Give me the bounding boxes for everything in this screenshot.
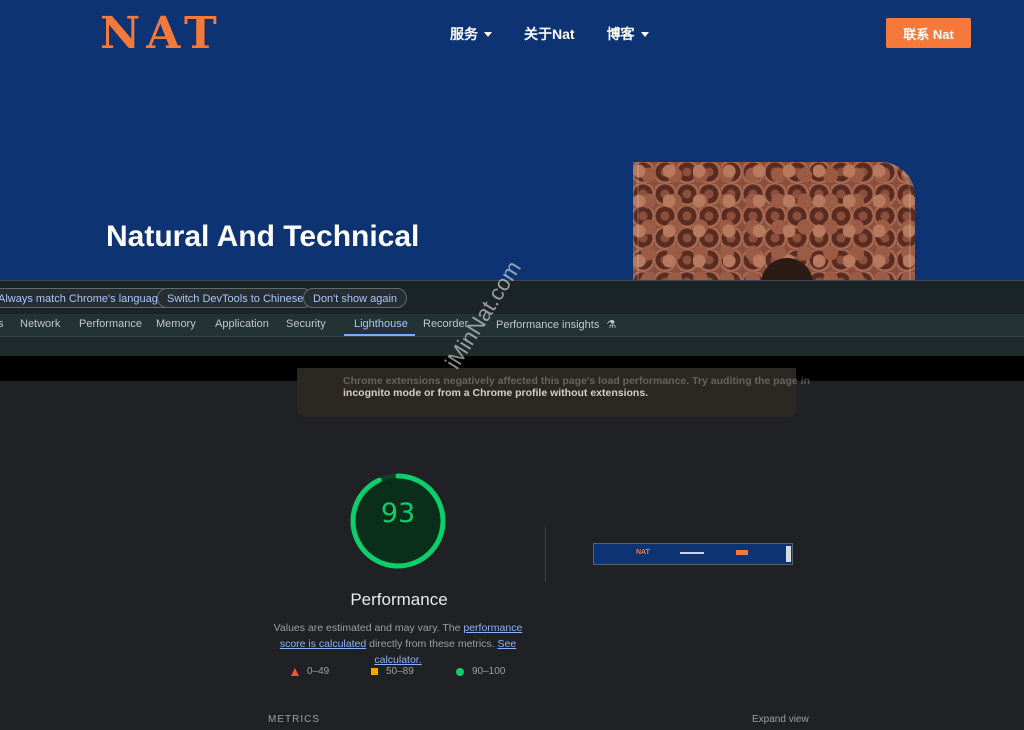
category-title: Performance (350, 590, 448, 609)
thumbnail-nav (680, 552, 704, 554)
desc-text-1: Values are estimated and may vary. The (273, 622, 464, 634)
hero-image (633, 162, 915, 280)
flask-icon: ⚗ (606, 319, 617, 331)
devtools-toolbar (0, 336, 1024, 357)
chevron-down-icon (484, 31, 492, 37)
tab-sources[interactable]: s (0, 318, 4, 330)
tab-network[interactable]: Network (20, 318, 60, 330)
triangle-icon (291, 667, 299, 676)
extensions-warning-text: Chrome extensions negatively affected th… (343, 375, 810, 399)
nav-item-about[interactable]: 关于Nat (524, 24, 575, 44)
hero-title: Natural And Technical (106, 220, 420, 253)
always-match-language-button[interactable]: Always match Chrome's language (0, 288, 174, 308)
website-viewport: NAT 服务 关于Nat 博客 联系 Nat Natural And Techn… (0, 0, 1024, 280)
switch-to-chinese-button[interactable]: Switch DevTools to Chinese (157, 288, 314, 308)
expand-view-toggle[interactable]: Expand view (752, 714, 809, 725)
nav-item-label: 服务 (450, 26, 478, 42)
legend-pass: 90–100 (456, 666, 505, 677)
thumbnail-logo: NAT (636, 549, 650, 556)
dont-show-again-button[interactable]: Don't show again (303, 288, 408, 308)
nav-item-label: 博客 (606, 26, 635, 42)
vertical-divider (545, 527, 546, 582)
nav-item-label: 关于Nat (524, 26, 575, 42)
legend-average-label: 50–89 (386, 666, 414, 677)
devtools-tab-bar: s Network Performance Memory Application… (0, 314, 1024, 336)
legend-average: 50–89 (371, 666, 414, 677)
tab-application[interactable]: Application (215, 318, 269, 330)
page-screenshot-thumbnail[interactable]: NAT (593, 543, 793, 565)
contact-button[interactable]: 联系 Nat (886, 18, 971, 48)
tab-label: Performance insights (496, 319, 600, 331)
tab-lighthouse[interactable]: Lighthouse (354, 318, 408, 330)
site-logo[interactable]: NAT (100, 8, 223, 59)
score-description: Values are estimated and may vary. The p… (262, 620, 534, 668)
desc-text-2: directly from these metrics. (366, 638, 498, 650)
tab-memory[interactable]: Memory (156, 318, 196, 330)
chevron-down-icon (640, 31, 649, 37)
tab-performance-insights[interactable]: Performance insights ⚗ (496, 318, 616, 331)
tab-performance[interactable]: Performance (79, 318, 142, 330)
warning-line-2: incognito mode or from a Chrome profile … (343, 387, 649, 399)
nav-item-services[interactable]: 服务 (450, 24, 492, 44)
metrics-heading: METRICS (268, 714, 320, 725)
site-nav: 服务 关于Nat 博客 (450, 24, 649, 44)
thumbnail-scrollbar (786, 546, 791, 562)
tab-security[interactable]: Security (286, 318, 326, 330)
circle-icon (456, 667, 464, 676)
legend-fail-label: 0–49 (307, 666, 330, 677)
legend-fail: 0–49 (291, 666, 329, 677)
square-icon (371, 668, 378, 675)
thumbnail-button (736, 550, 748, 555)
nav-item-blog[interactable]: 博客 (607, 24, 649, 44)
performance-score: 93 (380, 498, 416, 529)
warning-line-1: Chrome extensions negatively affected th… (343, 375, 810, 387)
legend-pass-label: 90–100 (472, 666, 506, 677)
